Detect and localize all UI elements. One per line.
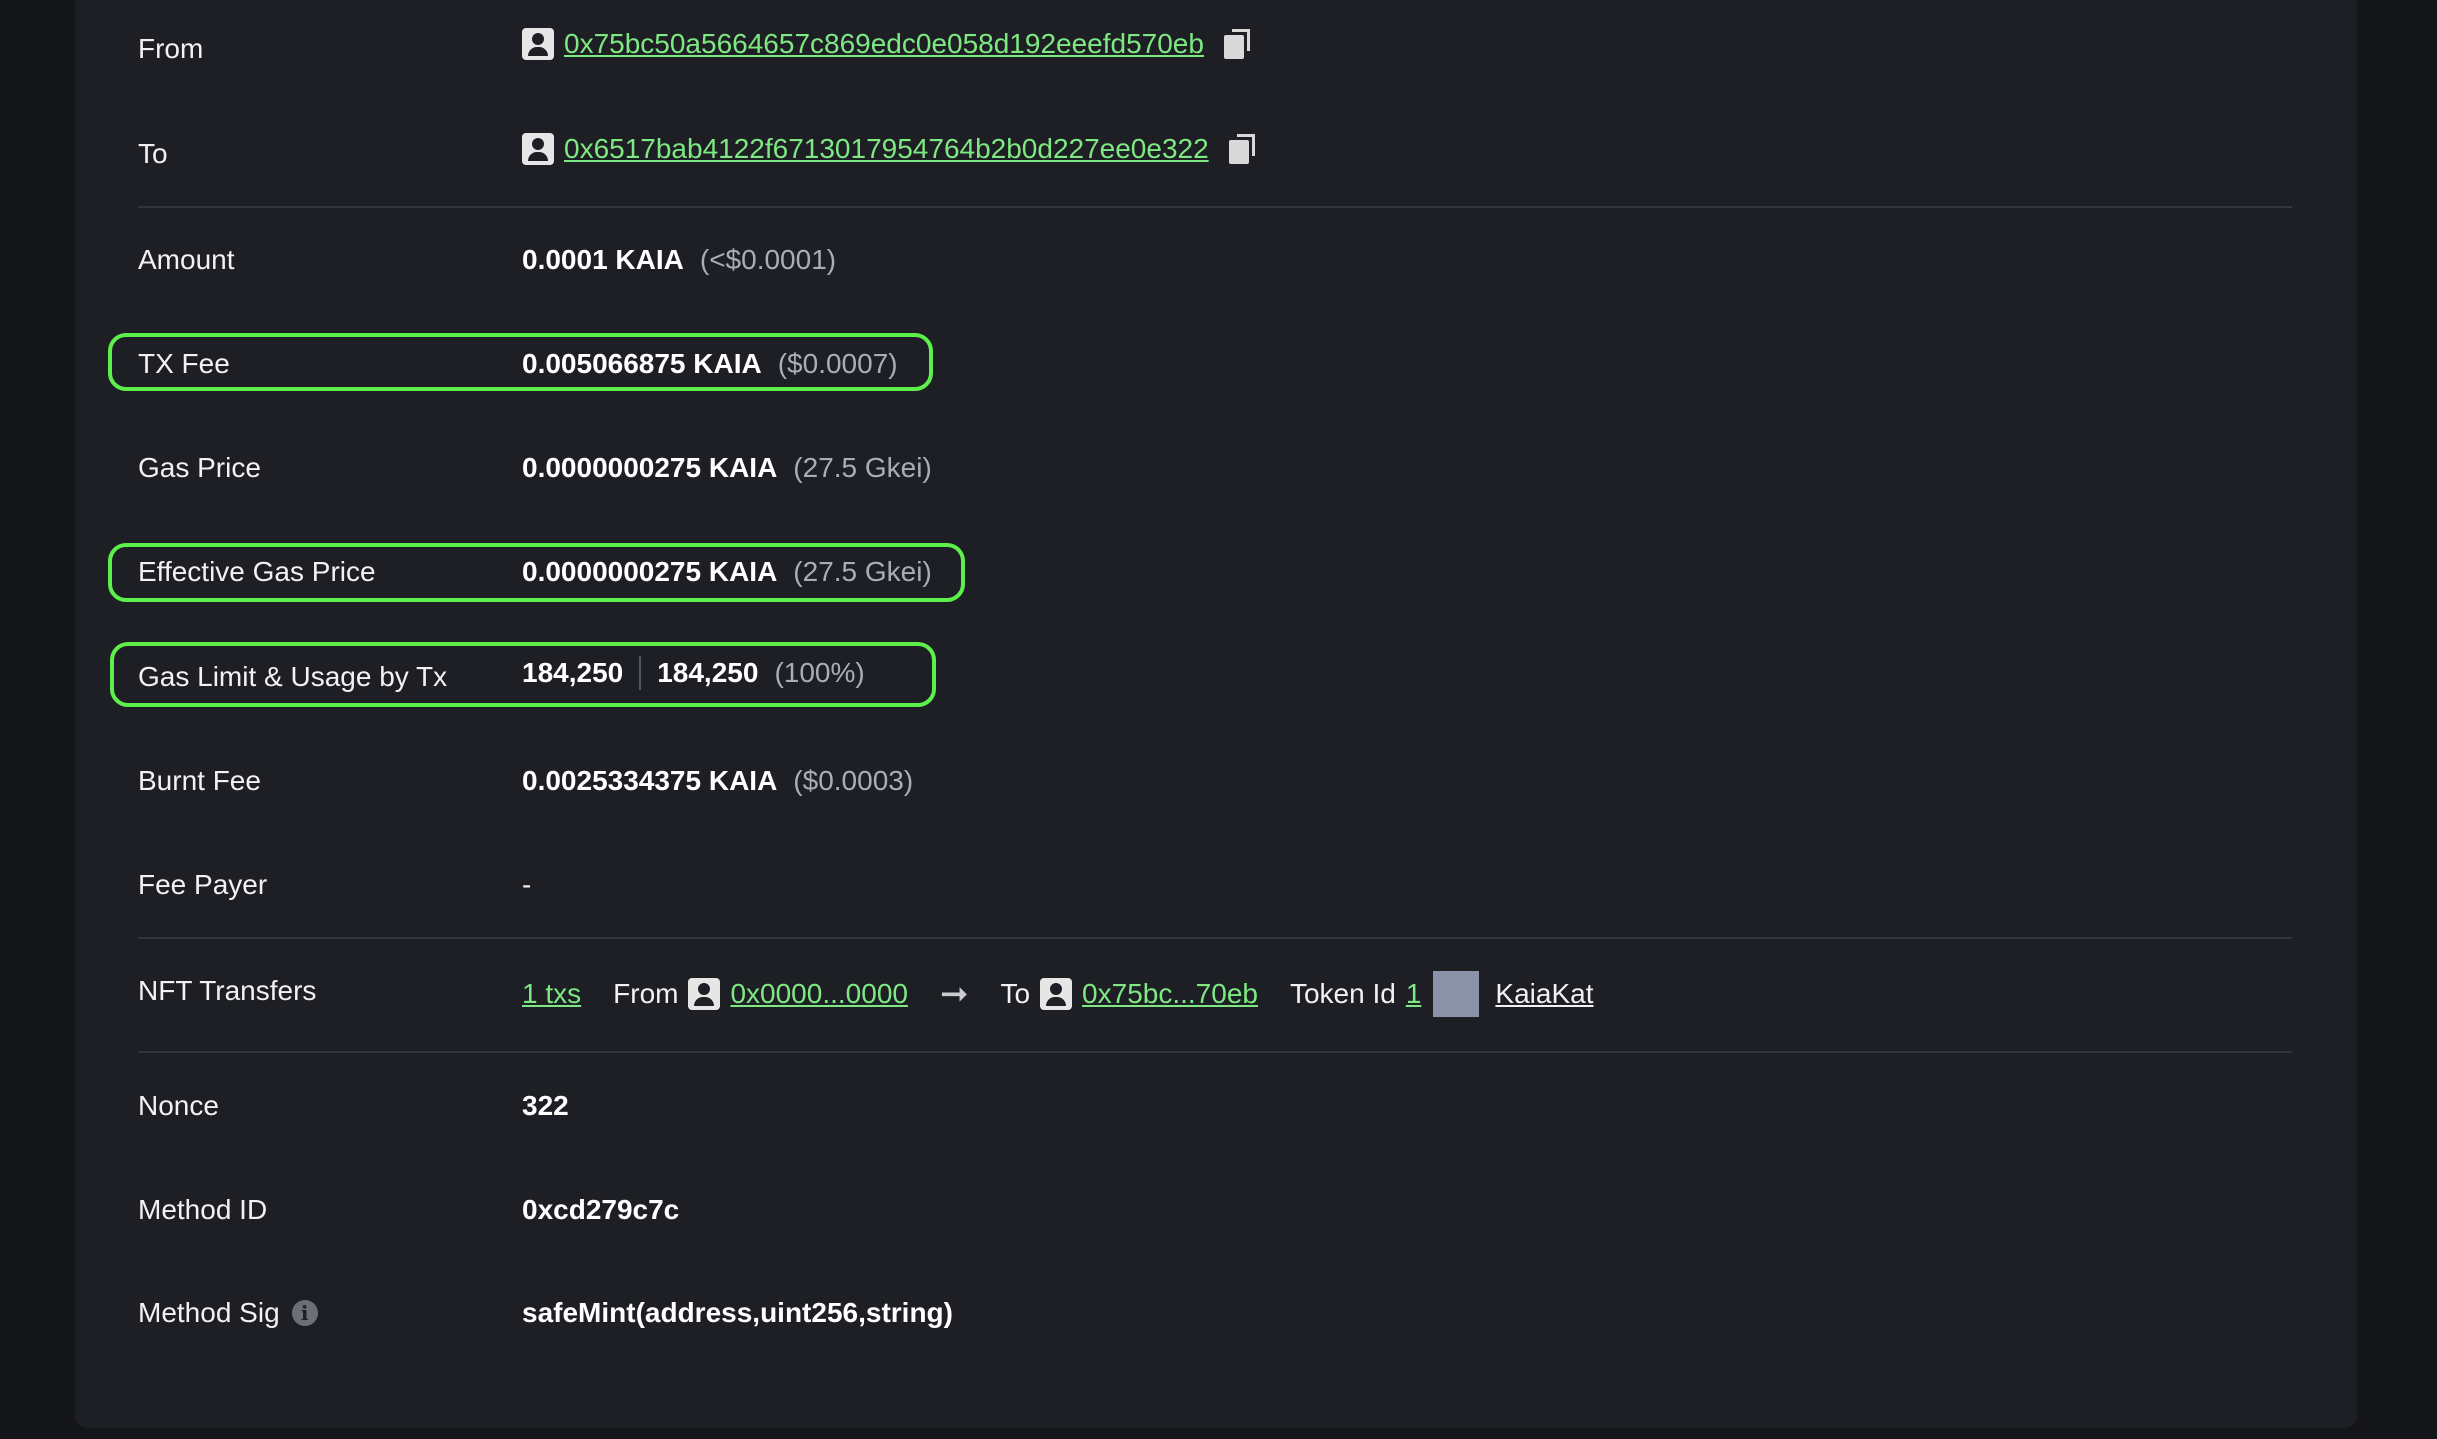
- effective-gas-price-kaia: 0.0000000275 KAIA: [522, 556, 778, 587]
- effective-gas-price-label: Effective Gas Price: [138, 556, 376, 587]
- fee-payer-value: -: [522, 869, 531, 901]
- separator: [639, 656, 642, 690]
- method-sig-text: safeMint(address,uint256,string): [522, 1297, 953, 1328]
- person-icon: [522, 28, 554, 60]
- gas-price-value: 0.0000000275 KAIA (27.5 Gkei): [522, 452, 932, 484]
- method-sig-label: Method Sig: [138, 1297, 280, 1328]
- method-id-value: 0xcd279c7c: [522, 1194, 679, 1226]
- amount-kaia: 0.0001 KAIA: [522, 244, 684, 275]
- burnt-fee-value: 0.0025334375 KAIA ($0.0003): [522, 765, 913, 797]
- arrow-right-icon: ➞: [939, 975, 969, 1013]
- person-icon: [1040, 978, 1073, 1010]
- nonce-value: 322: [522, 1090, 569, 1122]
- gas-price-label: Gas Price: [138, 452, 261, 483]
- fee-payer-text: -: [522, 869, 532, 900]
- transaction-details-panel: [75, 0, 2357, 1428]
- gas-price-gkei: (27.5 Gkei): [793, 452, 932, 483]
- tx-fee-value: 0.005066875 KAIA ($0.0007): [522, 348, 898, 380]
- from-address-link[interactable]: 0x75bc50a5664657c869edc0e058d192eeefd570…: [564, 28, 1204, 60]
- method-sig-value: safeMint(address,uint256,string): [522, 1297, 953, 1329]
- gas-limit-label: Gas Limit & Usage by Tx: [138, 661, 448, 692]
- amount-label: Amount: [138, 244, 235, 275]
- divider: [138, 937, 2292, 939]
- burnt-fee-label: Burnt Fee: [138, 765, 261, 796]
- method-sig-label-group: Method Sig i: [138, 1297, 318, 1329]
- token-thumbnail: [1433, 971, 1480, 1017]
- fee-payer-label: Fee Payer: [138, 869, 268, 900]
- to-address-link[interactable]: 0x6517bab4122f6713017954764b2b0d227ee0e3…: [564, 133, 1209, 165]
- gas-limit-number: 184,250: [522, 657, 624, 688]
- method-id-label: Method ID: [138, 1194, 268, 1225]
- token-id-link[interactable]: 1: [1406, 978, 1422, 1010]
- divider: [138, 206, 2292, 208]
- person-icon: [522, 133, 554, 165]
- gas-price-kaia: 0.0000000275 KAIA: [522, 452, 778, 483]
- tx-fee-kaia: 0.005066875 KAIA: [522, 348, 762, 379]
- token-name-link[interactable]: KaiaKat: [1495, 978, 1593, 1010]
- divider: [138, 1051, 2292, 1053]
- token-id-label: Token Id: [1289, 978, 1396, 1009]
- nft-to-address-link[interactable]: 0x75bc...70eb: [1082, 978, 1258, 1010]
- tx-fee-usd: ($0.0007): [777, 348, 898, 379]
- gas-usage-number: 184,250: [657, 657, 759, 688]
- to-value: 0x6517bab4122f6713017954764b2b0d227ee0e3…: [522, 133, 1257, 165]
- nft-from-address-link[interactable]: 0x0000...0000: [730, 978, 908, 1010]
- from-value: 0x75bc50a5664657c869edc0e058d192eeefd570…: [522, 28, 1252, 60]
- effective-gas-price-gkei: (27.5 Gkei): [793, 556, 932, 587]
- effective-gas-price-value: 0.0000000275 KAIA (27.5 Gkei): [522, 556, 932, 588]
- to-label: To: [138, 138, 168, 169]
- nft-to-label: To: [1000, 978, 1031, 1009]
- nft-txs-link[interactable]: 1 txs: [522, 978, 581, 1010]
- burnt-fee-kaia: 0.0025334375 KAIA: [522, 765, 778, 796]
- person-icon: [688, 978, 721, 1010]
- from-label: From: [138, 33, 204, 64]
- copy-icon[interactable]: [1228, 134, 1257, 164]
- tx-fee-label: TX Fee: [138, 348, 230, 379]
- nft-transfers-value: 1 txs From 0x0000...0000 ➞ To 0x75bc...7…: [522, 971, 1593, 1017]
- nonce-number: 322: [522, 1090, 569, 1121]
- nonce-label: Nonce: [138, 1090, 219, 1121]
- method-id-text: 0xcd279c7c: [522, 1194, 680, 1225]
- gas-usage-percent: (100%): [774, 657, 865, 688]
- nft-from-label: From: [613, 978, 679, 1009]
- nft-transfers-label: NFT Transfers: [138, 975, 317, 1006]
- burnt-fee-usd: ($0.0003): [793, 765, 914, 796]
- gas-limit-value: 184,250 184,250 (100%): [522, 656, 865, 690]
- amount-usd: (<$0.0001): [699, 244, 837, 275]
- amount-value: 0.0001 KAIA (<$0.0001): [522, 244, 836, 276]
- info-icon[interactable]: i: [291, 1300, 318, 1326]
- copy-icon[interactable]: [1223, 29, 1252, 59]
